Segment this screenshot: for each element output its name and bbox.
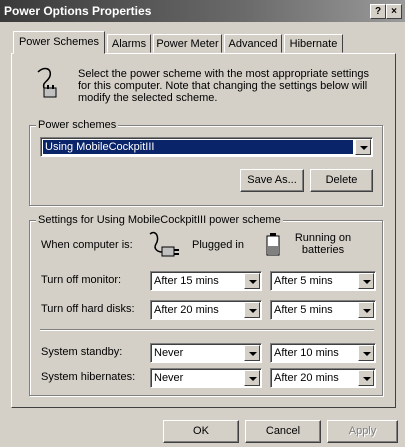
dropdown-arrow-icon[interactable]	[244, 273, 260, 289]
dropdown-arrow-icon[interactable]	[244, 370, 260, 386]
plugged-in-icon	[149, 231, 179, 257]
title-bar: Power Options Properties ? ×	[0, 0, 405, 22]
tab-power-schemes[interactable]: Power Schemes	[13, 31, 105, 54]
power-schemes-group-label: Power schemes	[36, 119, 119, 131]
delete-button[interactable]: Delete	[310, 169, 373, 192]
monitor-battery-select[interactable]: After 5 mins	[270, 271, 376, 291]
settings-divider	[40, 329, 374, 331]
tab-alarms[interactable]: Alarms	[107, 34, 151, 53]
plugged-in-label: Plugged in	[192, 239, 244, 251]
dropdown-arrow-icon[interactable]	[355, 139, 371, 155]
settings-group-label: Settings for Using MobileCockpitIII powe…	[36, 214, 283, 226]
hibernates-plugged-value: Never	[154, 372, 184, 384]
cancel-button[interactable]: Cancel	[245, 420, 321, 443]
dropdown-arrow-icon[interactable]	[244, 345, 260, 361]
help-button[interactable]: ?	[370, 4, 386, 19]
dropdown-arrow-icon[interactable]	[358, 273, 374, 289]
monitor-battery-value: After 5 mins	[274, 275, 333, 287]
monitor-plugged-select[interactable]: After 15 mins	[150, 271, 262, 291]
tab-hibernate[interactable]: Hibernate	[284, 34, 343, 53]
dropdown-arrow-icon[interactable]	[358, 345, 374, 361]
power-scheme-value: Using MobileCockpitIII	[43, 140, 353, 154]
close-button[interactable]: ×	[386, 4, 402, 19]
running-on-batteries-label: Running on batteries	[294, 232, 352, 256]
ok-button[interactable]: OK	[163, 420, 239, 443]
when-computer-is-label: When computer is:	[41, 239, 133, 251]
dropdown-arrow-icon[interactable]	[244, 302, 260, 318]
hibernates-battery-select[interactable]: After 20 mins	[270, 368, 376, 388]
system-hibernates-label: System hibernates:	[41, 371, 136, 383]
dropdown-arrow-icon[interactable]	[358, 302, 374, 318]
hard-disks-battery-value: After 5 mins	[274, 304, 333, 316]
standby-plugged-select[interactable]: Never	[150, 343, 262, 363]
turn-off-monitor-label: Turn off monitor:	[41, 274, 122, 286]
power-scheme-select[interactable]: Using MobileCockpitIII	[40, 137, 373, 157]
standby-plugged-value: Never	[154, 347, 184, 359]
hibernates-battery-value: After 20 mins	[274, 372, 339, 384]
monitor-plugged-value: After 15 mins	[154, 275, 219, 287]
dropdown-arrow-icon[interactable]	[358, 370, 374, 386]
power-schemes-group: Power schemes Using MobileCockpitIII Sav…	[29, 119, 383, 206]
settings-group: Settings for Using MobileCockpitIII powe…	[29, 214, 383, 396]
tab-power-meter[interactable]: Power Meter	[153, 34, 222, 53]
hard-disks-plugged-select[interactable]: After 20 mins	[150, 300, 262, 320]
tab-panel: Select the power scheme with the most ap…	[11, 53, 396, 408]
hibernates-plugged-select[interactable]: Never	[150, 368, 262, 388]
save-as-button[interactable]: Save As...	[240, 169, 304, 192]
tab-advanced[interactable]: Advanced	[224, 34, 282, 53]
battery-icon	[266, 233, 280, 256]
apply-button[interactable]: Apply	[327, 420, 398, 443]
intro-text: Select the power scheme with the most ap…	[78, 68, 370, 104]
system-standby-label: System standby:	[41, 346, 123, 358]
turn-off-hard-disks-label: Turn off hard disks:	[41, 303, 135, 315]
window-title: Power Options Properties	[4, 4, 152, 18]
power-plug-icon	[37, 67, 57, 98]
standby-battery-value: After 10 mins	[274, 347, 339, 359]
hard-disks-plugged-value: After 20 mins	[154, 304, 219, 316]
standby-battery-select[interactable]: After 10 mins	[270, 343, 376, 363]
hard-disks-battery-select[interactable]: After 5 mins	[270, 300, 376, 320]
